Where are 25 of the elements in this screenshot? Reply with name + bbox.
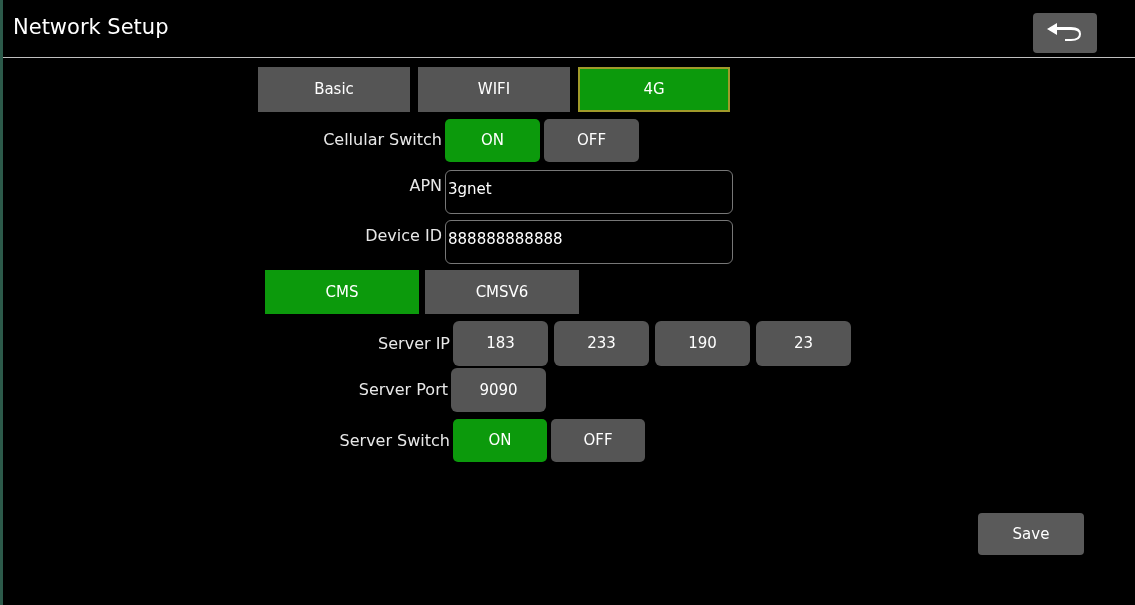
tab[interactable]: Basic (258, 67, 410, 112)
toggle-button[interactable]: OFF (551, 419, 645, 462)
window-title: Network Setup (13, 14, 169, 41)
ip-octet-field[interactable]: 190 (655, 321, 750, 366)
field-label: Server Port (357, 379, 449, 401)
port-field[interactable]: 9090 (451, 368, 546, 412)
ip-octet-field[interactable]: 233 (554, 321, 649, 366)
toggle-button[interactable]: ON (445, 118, 540, 162)
input-field[interactable]: 888888888888 (445, 220, 733, 264)
ip-octet-field[interactable]: 23 (756, 321, 851, 366)
tab[interactable]: WIFI (418, 67, 570, 112)
toggle-button[interactable]: OFF (544, 118, 639, 162)
field-label: Server IP (377, 332, 451, 355)
tab[interactable]: 4G (578, 67, 730, 112)
save-button[interactable]: Save (978, 513, 1084, 555)
tab[interactable]: CMS (265, 270, 419, 314)
tab[interactable]: CMSV6 (425, 270, 579, 314)
ip-octet-field[interactable]: 183 (453, 321, 548, 366)
toggle-button[interactable]: ON (453, 419, 547, 462)
input-field[interactable]: 3gnet (445, 170, 733, 214)
field-label: Cellular Switch (322, 129, 443, 151)
field-label: APN (408, 175, 443, 197)
back-button[interactable] (1033, 13, 1097, 53)
field-label: Server Switch (338, 429, 451, 452)
field-label: Device ID (364, 225, 443, 247)
